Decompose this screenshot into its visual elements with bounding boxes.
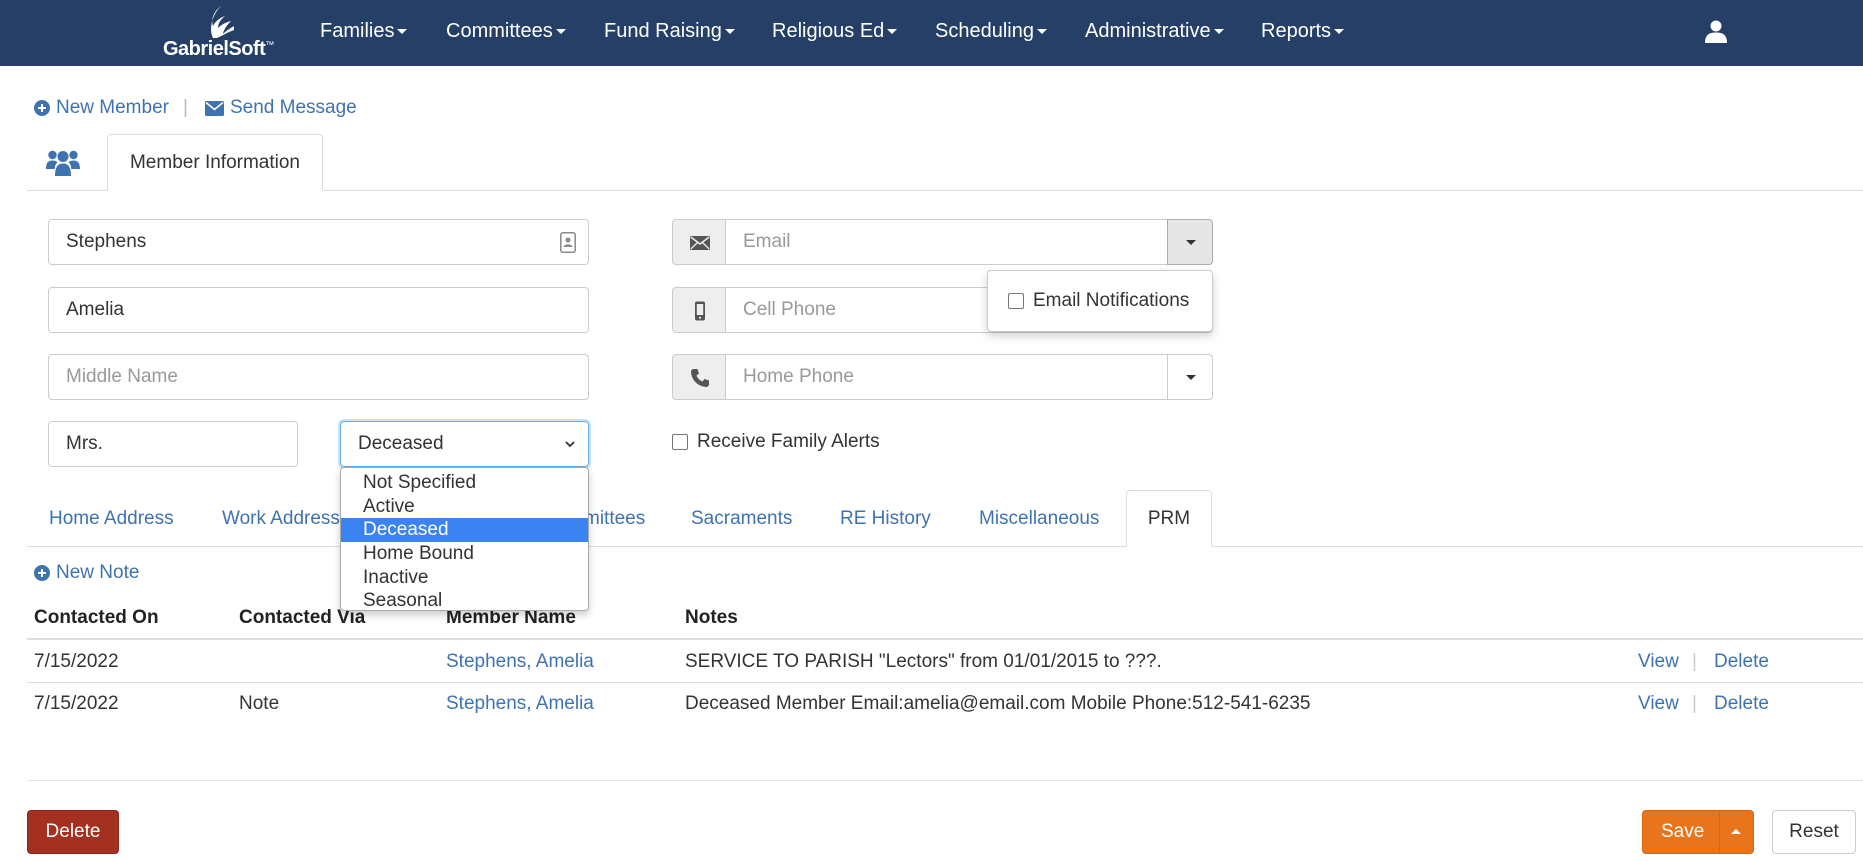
member-name-link[interactable]: Stephens, Amelia [446,693,594,715]
first-name-input[interactable]: Amelia [48,287,589,333]
footer-divider [27,780,1863,781]
row-divider [27,682,1863,683]
save-button[interactable]: Save [1642,810,1754,854]
contacted-on-cell: 7/15/2022 [34,693,119,714]
row-action-separator: | [1692,693,1697,714]
email-options-button[interactable] [1167,219,1213,265]
new-note-link[interactable]: New Note [34,562,139,584]
phone-icon [691,369,709,387]
title-input[interactable]: Mrs. [48,421,298,467]
people-icon[interactable] [46,148,80,176]
nav-families[interactable]: Families [320,0,408,62]
caret-down-icon [1334,29,1345,35]
status-option-not-specified[interactable]: Not Specified [341,471,588,495]
tab-committees[interactable]: mittees [584,508,645,530]
column-header-notes: Notes [685,607,738,628]
send-message-link[interactable]: Send Message [205,97,357,119]
mobile-phone-icon [695,301,705,321]
checkbox-icon[interactable] [672,434,688,450]
status-option-home-bound[interactable]: Home Bound [341,542,588,566]
table-header-divider [27,638,1863,640]
nav-administrative[interactable]: Administrative [1085,0,1224,62]
nav-scheduling[interactable]: Scheduling [935,0,1047,62]
angel-wing-icon [211,6,234,38]
nav-fund-raising[interactable]: Fund Raising [604,0,735,62]
envelope-icon [205,100,224,116]
caret-down-icon [1213,29,1224,35]
status-option-seasonal[interactable]: Seasonal [341,589,588,613]
plus-circle-icon [34,565,50,581]
nav-committees[interactable]: Committees [446,0,566,62]
tab-miscellaneous[interactable]: Miscellaneous [979,508,1099,530]
home-phone-options-button[interactable] [1167,354,1213,400]
column-header-contacted-on: Contacted On [34,607,159,628]
delete-link[interactable]: Delete [1714,651,1769,673]
tab-re-history[interactable]: RE History [840,508,931,530]
status-option-inactive[interactable]: Inactive [341,566,588,590]
email-options-popover: Email Notifications [987,270,1213,332]
brand-name: GabrielSoft™ [163,38,274,60]
cell-phone-addon [672,287,726,333]
home-phone-group: Home Phone [672,354,1213,400]
checkbox-icon[interactable] [1008,293,1024,309]
caret-down-icon [1186,375,1196,380]
caret-down-icon [397,29,408,35]
nav-religious-ed[interactable]: Religious Ed [772,0,898,62]
email-notifications-checkbox[interactable]: Email Notifications [1008,290,1189,312]
middle-name-input[interactable]: Middle Name [48,354,589,400]
status-dropdown-list: Not Specified Active Deceased Home Bound… [340,467,589,611]
tab-work-address[interactable]: Work Address [222,508,340,530]
caret-up-icon[interactable] [1731,829,1741,834]
id-card-icon[interactable] [560,232,576,253]
tab-prm[interactable]: PRM [1126,490,1212,547]
contacted-on-cell: 7/15/2022 [34,651,119,672]
contacted-via-cell: Note [239,693,280,714]
tab-home-address[interactable]: Home Address [49,508,174,530]
receive-family-alerts-checkbox[interactable]: Receive Family Alerts [672,431,880,453]
notes-cell: Deceased Member Email:amelia@email.com M… [685,693,1311,714]
envelope-icon [690,236,710,250]
caret-down-icon [1186,240,1196,245]
user-icon[interactable] [1704,19,1728,43]
plus-circle-icon [34,100,50,116]
notes-cell: SERVICE TO PARISH "Lectors" from 01/01/2… [685,651,1162,672]
view-link[interactable]: View [1638,693,1679,715]
tab-member-information[interactable]: Member Information [107,134,323,191]
row-action-separator: | [1692,651,1697,672]
home-phone-input[interactable]: Home Phone [725,354,1168,400]
member-name-link[interactable]: Stephens, Amelia [446,651,594,673]
chevron-down-icon [565,441,575,448]
email-group: Email [672,219,1213,265]
save-split-divider [1719,811,1720,853]
status-option-active[interactable]: Active [341,495,588,519]
home-phone-addon [672,354,726,400]
email-addon [672,219,726,265]
save-button-label: Save [1661,821,1705,842]
top-navbar: GabrielSoft™ Families Committees Fund Ra… [0,0,1863,66]
email-input[interactable]: Email [725,219,1168,265]
caret-down-icon [724,29,735,35]
reset-button[interactable]: Reset [1772,810,1856,854]
tab-sacraments[interactable]: Sacraments [691,508,792,530]
status-option-deceased[interactable]: Deceased [341,518,588,543]
action-separator: | [183,97,188,118]
sub-tabs-baseline [27,546,1863,547]
delete-link[interactable]: Delete [1714,693,1769,715]
status-select[interactable]: Deceased [340,421,589,467]
new-member-link[interactable]: New Member [34,97,169,119]
caret-down-icon [555,29,566,35]
last-name-input[interactable]: Stephens [48,219,589,265]
nav-reports[interactable]: Reports [1261,0,1345,62]
brand-logo[interactable]: GabrielSoft™ [163,4,278,60]
delete-button[interactable]: Delete [27,810,119,854]
caret-down-icon [887,29,898,35]
caret-down-icon [1036,29,1047,35]
view-link[interactable]: View [1638,651,1679,673]
